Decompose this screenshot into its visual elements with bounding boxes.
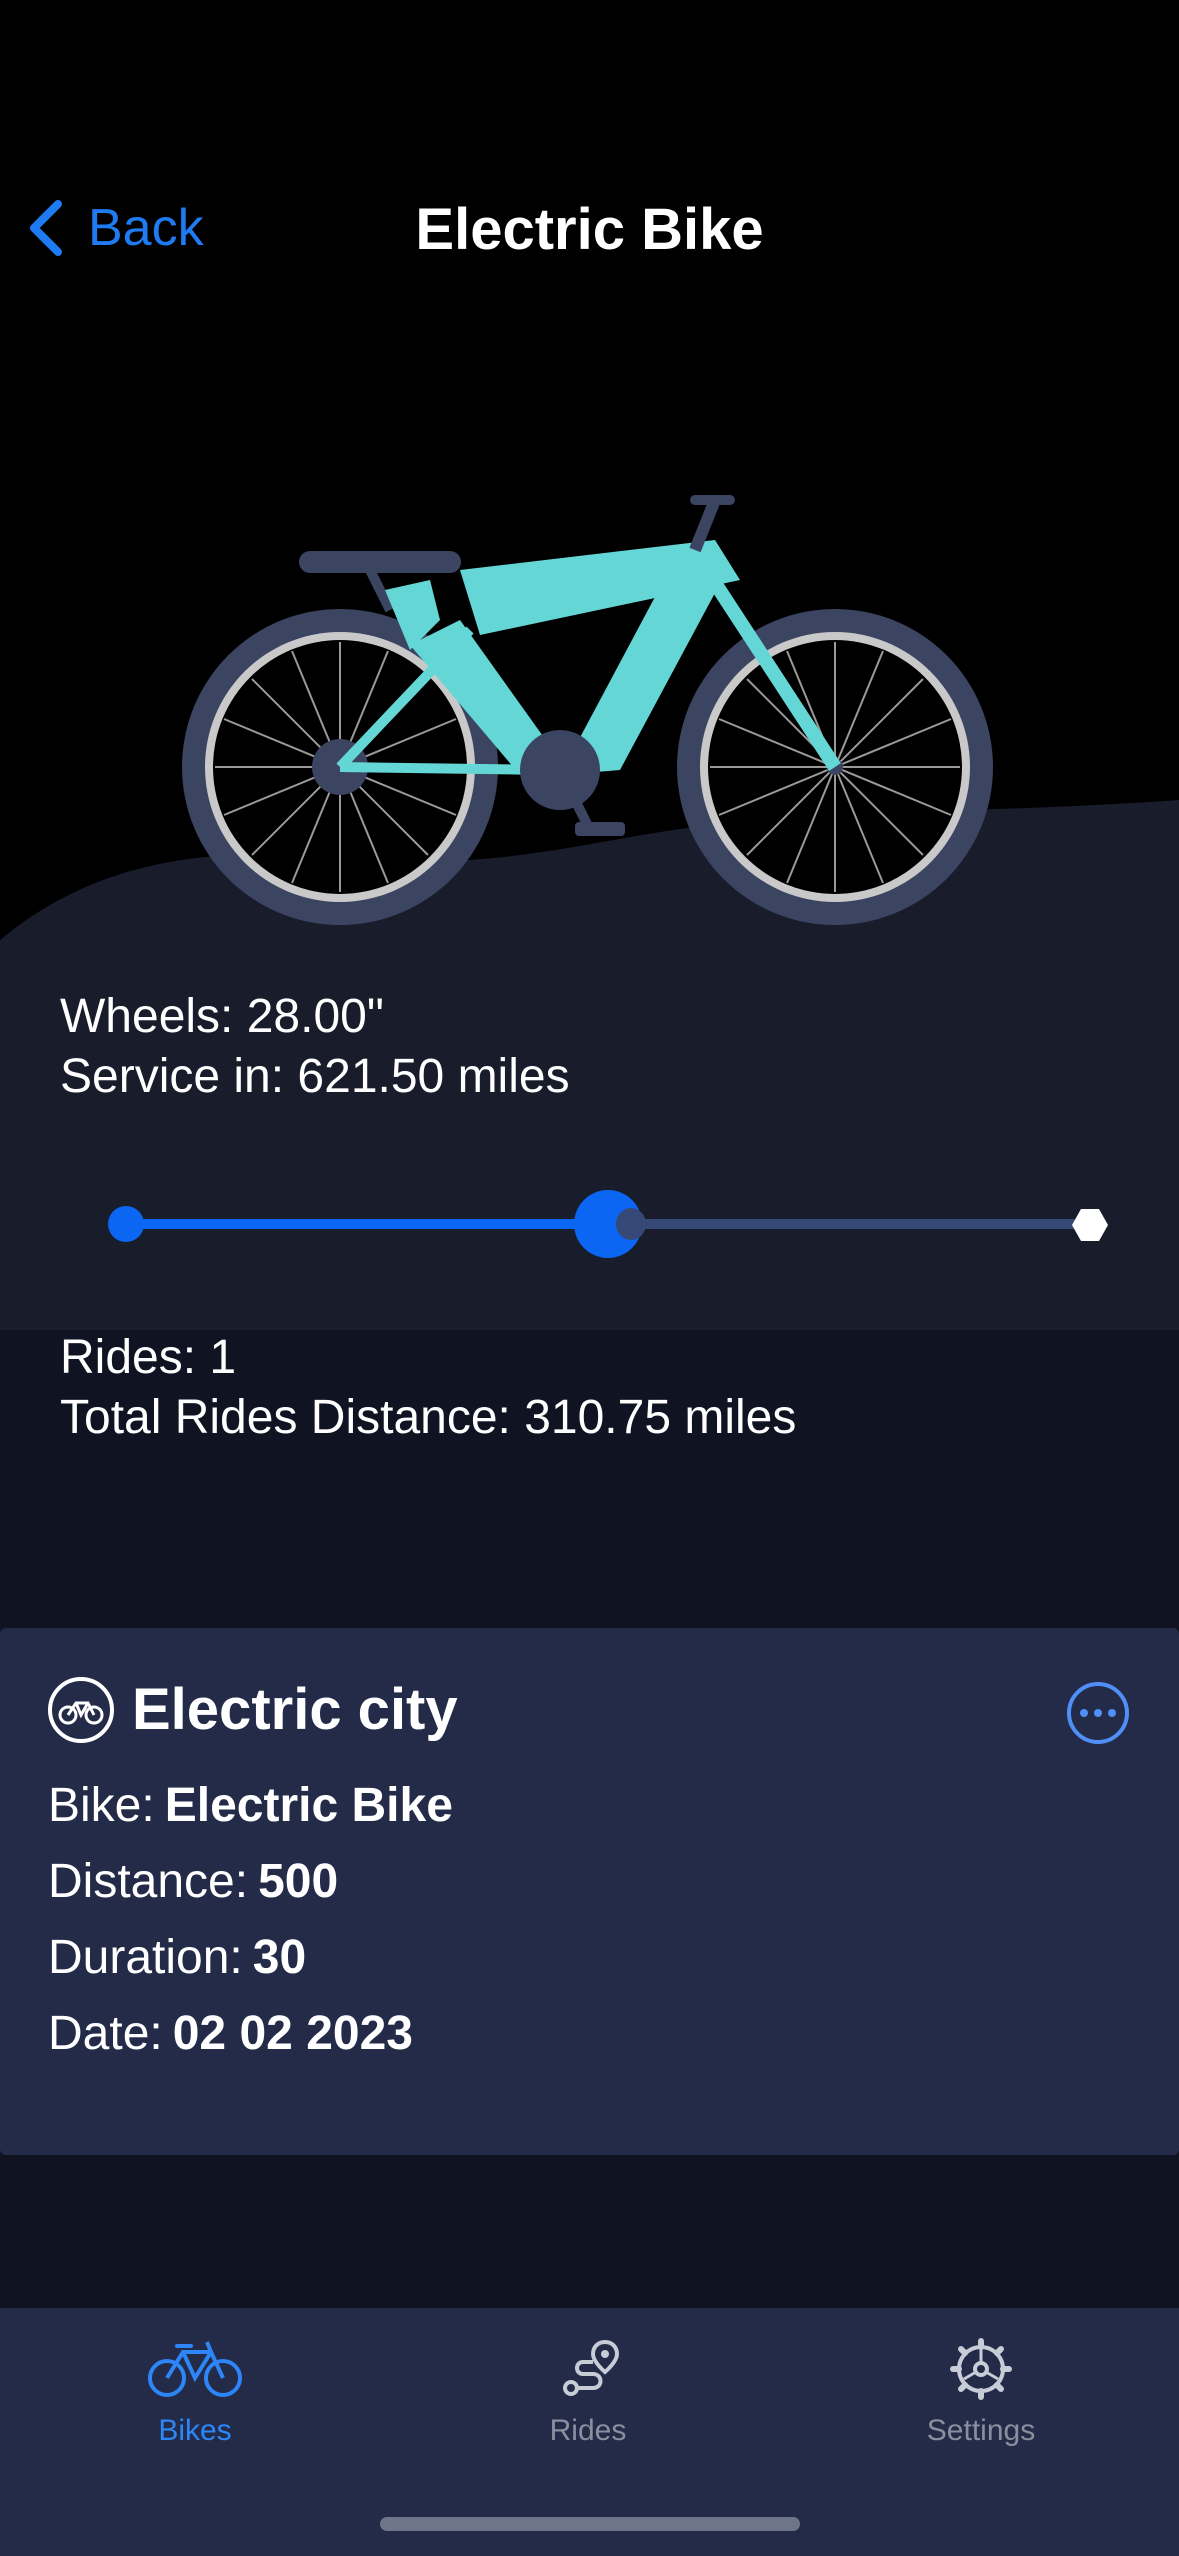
tab-settings[interactable]: Settings [851, 2338, 1111, 2448]
ride-card-header: Electric city [48, 1676, 458, 1743]
ride-duration-row: Duration: 30 [48, 1920, 453, 1996]
route-icon [563, 2339, 619, 2396]
ride-details: Bike: Electric Bike Distance: 500 Duration… [48, 1768, 453, 2072]
tab-rides-label: Rides [549, 2414, 627, 2447]
ride-date-row: Date: 02 02 2023 [48, 1996, 453, 2072]
tab-settings-label: Settings [926, 2414, 1036, 2447]
ride-title: Electric city [132, 1677, 458, 1742]
bicycle-icon [148, 2341, 242, 2397]
nav-bar: Back Electric Bike [0, 180, 1179, 280]
bike-illustration [182, 495, 993, 925]
bike-details: Wheels: 28.00" Service in: 621.50 miles [60, 987, 570, 1107]
ride-distance-row: Distance: 500 [48, 1844, 453, 1920]
ride-stats: Rides: 1 Total Rides Distance: 310.75 mi… [60, 1328, 796, 1448]
ride-card[interactable]: Electric city Bike: Electric Bike Distanc… [0, 1628, 1179, 2155]
page-title: Electric Bike [415, 197, 764, 262]
service-text: Service in: 621.50 miles [60, 1050, 570, 1103]
row-label: Duration: [48, 1931, 243, 1984]
row-label: Distance: [48, 1855, 249, 1908]
row-label: Bike: [48, 1779, 155, 1832]
row-value: 02 02 2023 [172, 2007, 413, 2060]
slider-thumb[interactable] [574, 1190, 646, 1258]
service-progress-slider[interactable] [108, 1180, 1108, 1270]
total-distance-text: Total Rides Distance: 310.75 miles [60, 1391, 797, 1444]
row-value: Electric Bike [164, 1779, 453, 1832]
ellipsis-icon [1080, 1709, 1088, 1717]
row-label: Date: [48, 2007, 163, 2060]
home-indicator [380, 2517, 800, 2531]
slider-start-dot [108, 1206, 144, 1242]
row-value: 500 [258, 1855, 339, 1908]
tab-rides[interactable]: Rides [458, 2338, 718, 2448]
ride-bike-row: Bike: Electric Bike [48, 1768, 453, 1844]
rides-count-text: Rides: 1 [60, 1331, 237, 1384]
more-options-button[interactable] [1067, 1682, 1129, 1744]
wheels-text: Wheels: 28.00" [60, 990, 384, 1043]
gear-icon [950, 2338, 1012, 2400]
row-value: 30 [252, 1931, 307, 1984]
slider-end-marker [1072, 1209, 1108, 1241]
tab-bikes[interactable]: Bikes [65, 2338, 325, 2448]
tab-bikes-label: Bikes [158, 2414, 232, 2447]
slider-fill [128, 1219, 608, 1229]
bicycle-badge-icon [48, 1676, 114, 1743]
